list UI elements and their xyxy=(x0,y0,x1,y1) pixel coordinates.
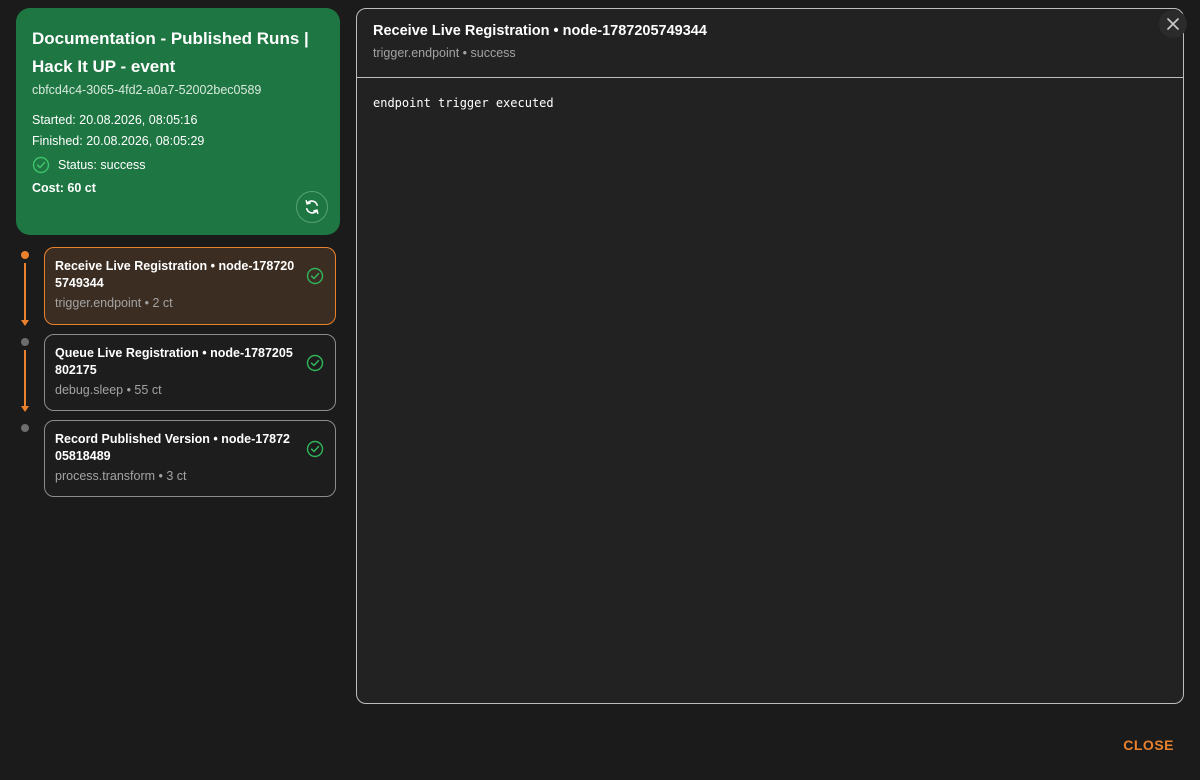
run-id: cbfcd4c4-3065-4fd2-a0a7-52002bec0589 xyxy=(32,83,262,97)
run-title: Documentation - Published Runs | Hack It… xyxy=(32,29,309,76)
close-icon xyxy=(1167,18,1179,30)
timeline-dot xyxy=(21,251,29,259)
node-card-record-published-version[interactable]: Record Published Version • node-17872058… xyxy=(44,420,336,497)
timeline-dot xyxy=(21,424,29,432)
node-meta: debug.sleep • 55 ct xyxy=(55,383,162,397)
timeline-dot xyxy=(21,338,29,346)
node-meta: trigger.endpoint • 2 ct xyxy=(55,296,173,310)
run-status: Status: success xyxy=(58,158,146,172)
node-detail-panel: Receive Live Registration • node-1787205… xyxy=(356,8,1184,704)
close-button[interactable]: CLOSE xyxy=(1123,737,1174,753)
detail-header: Receive Live Registration • node-1787205… xyxy=(357,9,1183,78)
detail-output: endpoint trigger executed xyxy=(373,96,554,110)
run-cost: Cost: 60 ct xyxy=(32,181,96,195)
detail-subtitle: trigger.endpoint • success xyxy=(373,46,516,60)
refresh-button[interactable] xyxy=(296,191,328,223)
node-title: Receive Live Registration • node-1787205… xyxy=(55,259,295,290)
run-started: Started: 20.08.2026, 08:05:16 xyxy=(32,113,198,127)
node-card-queue-live-registration[interactable]: Queue Live Registration • node-178720580… xyxy=(44,334,336,411)
node-card-receive-live-registration[interactable]: Receive Live Registration • node-1787205… xyxy=(44,247,336,325)
run-summary-card: Documentation - Published Runs | Hack It… xyxy=(16,8,340,235)
timeline-connector xyxy=(21,350,29,412)
node-title: Queue Live Registration • node-178720580… xyxy=(55,346,293,377)
run-status-row: Status: success xyxy=(32,156,324,174)
detail-title: Receive Live Registration • node-1787205… xyxy=(373,23,707,39)
node-meta: process.transform • 3 ct xyxy=(55,469,187,483)
close-dialog-button[interactable] xyxy=(1159,10,1187,38)
check-circle-icon xyxy=(306,440,324,458)
check-circle-icon xyxy=(306,354,324,372)
node-title: Record Published Version • node-17872058… xyxy=(55,432,291,463)
check-circle-icon xyxy=(306,267,324,285)
timeline-connector xyxy=(21,263,29,326)
check-circle-icon xyxy=(32,156,50,174)
refresh-icon xyxy=(305,200,319,214)
run-finished: Finished: 20.08.2026, 08:05:29 xyxy=(32,134,205,148)
